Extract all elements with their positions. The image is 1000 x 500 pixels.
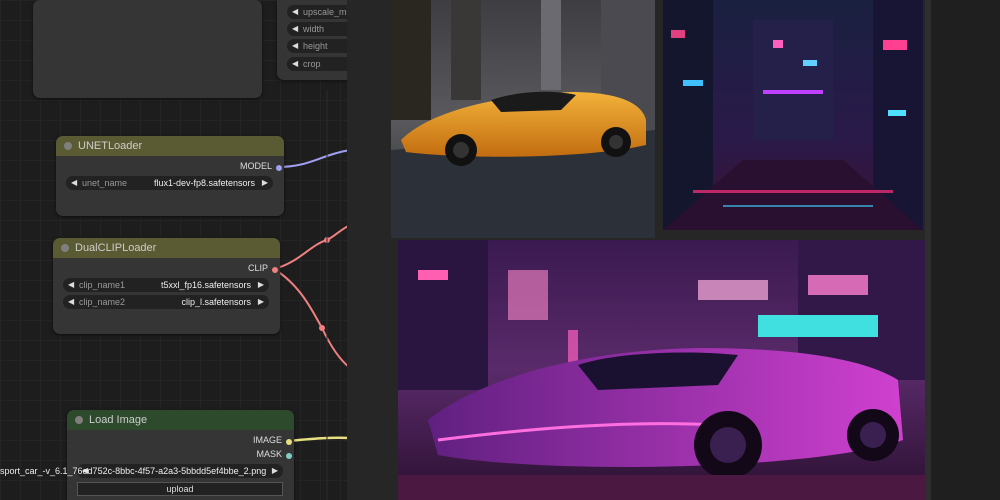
image-filename: sport_car_-v_6.1_76ed752c-8bbc-4f57-a2a3… bbox=[0, 466, 267, 476]
widget-value: flux1-dev-fp8.safetensors bbox=[153, 178, 255, 188]
decrement-arrow-icon[interactable]: ◀ bbox=[292, 22, 298, 36]
clip-name1-widget[interactable]: ◀ clip_name1 t5xxl_fp16.safetensors ▶ bbox=[63, 278, 269, 292]
node-title[interactable]: Load Image bbox=[67, 410, 294, 430]
mask-output[interactable]: MASK bbox=[182, 449, 294, 463]
widget-label: crop bbox=[303, 59, 321, 69]
widget-label: upscale_me bbox=[303, 7, 352, 17]
output-slot-dot[interactable] bbox=[272, 267, 278, 273]
model-link bbox=[277, 149, 351, 168]
next-arrow-icon[interactable]: ▶ bbox=[258, 278, 264, 292]
clip-link-1 bbox=[273, 224, 351, 270]
decrement-arrow-icon[interactable]: ◀ bbox=[292, 39, 298, 53]
blank-node[interactable] bbox=[33, 0, 262, 98]
decrement-arrow-icon[interactable]: ◀ bbox=[292, 5, 298, 19]
previous-arrow-icon[interactable]: ◀ bbox=[68, 295, 74, 309]
widget-value: clip_l.safetensors bbox=[181, 297, 251, 307]
decrement-arrow-icon[interactable]: ◀ bbox=[292, 57, 298, 71]
previous-arrow-icon[interactable]: ◀ bbox=[68, 278, 74, 292]
widget-name: clip_name2 bbox=[79, 297, 126, 307]
previous-arrow-icon[interactable]: ◀ bbox=[71, 176, 77, 190]
image-scale-node[interactable]: ◀ upscale_me ◀ width ◀ height ◀ crop bbox=[277, 0, 357, 80]
output-label: CLIP bbox=[247, 263, 268, 273]
output-slot-dot[interactable] bbox=[286, 453, 292, 459]
node-title[interactable]: DualCLIPLoader bbox=[53, 238, 280, 258]
unet-loader-node[interactable]: UNETLoader MODEL ◀ unet_name flux1-dev-f… bbox=[56, 136, 284, 216]
widget-label: height bbox=[303, 41, 328, 51]
canvas-right-strip bbox=[931, 0, 1000, 500]
output-label: IMAGE bbox=[252, 435, 282, 445]
widget-value: t5xxl_fp16.safetensors bbox=[160, 280, 251, 290]
gallery-image-orange-car[interactable] bbox=[391, 0, 655, 238]
image-output[interactable]: IMAGE bbox=[182, 435, 294, 449]
unet-name-widget[interactable]: ◀ unet_name flux1-dev-fp8.safetensors ▶ bbox=[66, 176, 273, 190]
dual-clip-loader-node[interactable]: DualCLIPLoader CLIP ◀ clip_name1 t5xxl_f… bbox=[53, 238, 280, 334]
clip-reroute-dot-2 bbox=[319, 325, 325, 331]
node-title[interactable]: UNETLoader bbox=[56, 136, 284, 156]
upload-button[interactable]: upload bbox=[77, 482, 283, 496]
clip-link-2 bbox=[273, 268, 351, 369]
widget-name: clip_name1 bbox=[79, 280, 126, 290]
gallery-image-neon-city[interactable] bbox=[663, 0, 923, 230]
next-arrow-icon[interactable]: ▶ bbox=[258, 295, 264, 309]
clip-output[interactable]: CLIP bbox=[168, 263, 280, 277]
image-link bbox=[287, 436, 351, 443]
node-canvas[interactable]: ◀ upscale_me ◀ width ◀ height ◀ crop UNE… bbox=[0, 0, 1000, 500]
output-slot-dot[interactable] bbox=[276, 165, 282, 171]
clip-name2-widget[interactable]: ◀ clip_name2 clip_l.safetensors ▶ bbox=[63, 295, 269, 309]
widget-label: width bbox=[303, 24, 325, 34]
output-slot-dot[interactable] bbox=[286, 439, 292, 445]
gallery-image-neon-car[interactable] bbox=[398, 240, 925, 500]
widget-name: unet_name bbox=[82, 178, 128, 188]
load-image-node[interactable]: Load Image IMAGE MASK ◀ ▶ upload bbox=[67, 410, 294, 500]
output-label: MASK bbox=[256, 449, 282, 459]
next-arrow-icon[interactable]: ▶ bbox=[262, 176, 268, 190]
model-output[interactable]: MODEL bbox=[172, 161, 284, 175]
output-label: MODEL bbox=[239, 161, 272, 171]
